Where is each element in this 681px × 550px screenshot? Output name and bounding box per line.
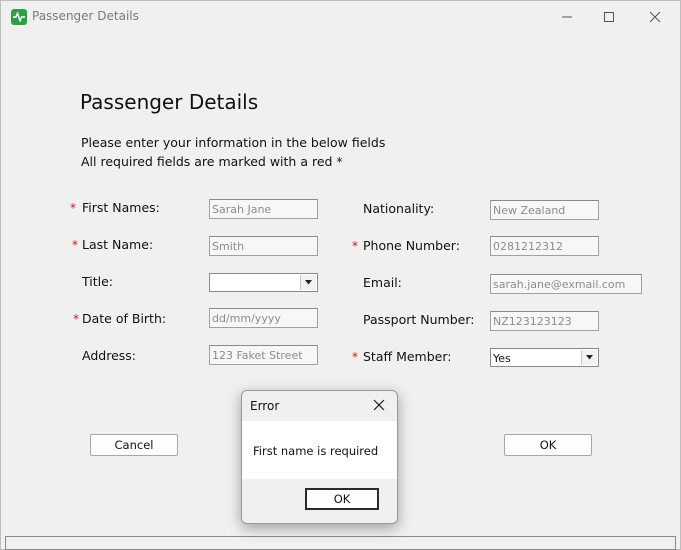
address-label: Address: bbox=[82, 348, 136, 363]
email-input[interactable]: sarah.jane@exmail.com bbox=[490, 274, 642, 294]
required-marker: * bbox=[73, 312, 79, 326]
ok-button[interactable]: OK bbox=[504, 434, 592, 456]
required-marker: * bbox=[72, 238, 78, 252]
staff-member-select[interactable]: Yes bbox=[490, 348, 599, 367]
instruction-line-1: Please enter your information in the bel… bbox=[81, 135, 386, 150]
dialog-ok-button[interactable]: OK bbox=[305, 488, 379, 510]
chevron-down-icon[interactable] bbox=[300, 275, 316, 290]
last-name-input[interactable]: Smith bbox=[209, 236, 318, 256]
dob-label: Date of Birth: bbox=[82, 311, 167, 326]
instruction-line-2: All required fields are marked with a re… bbox=[81, 154, 343, 169]
window-title: Passenger Details bbox=[32, 9, 139, 23]
app-icon bbox=[11, 9, 27, 25]
chevron-down-icon[interactable] bbox=[581, 350, 597, 365]
dialog-title: Error bbox=[250, 399, 280, 413]
dialog-message: First name is required bbox=[253, 444, 379, 458]
required-marker: * bbox=[352, 350, 358, 364]
first-names-label: First Names: bbox=[82, 200, 160, 215]
close-icon[interactable] bbox=[371, 397, 387, 413]
title-select[interactable] bbox=[209, 273, 318, 292]
maximize-icon[interactable] bbox=[595, 7, 623, 27]
minimize-icon[interactable] bbox=[553, 7, 581, 27]
nationality-label: Nationality: bbox=[363, 201, 435, 216]
email-label: Email: bbox=[363, 275, 402, 290]
passport-input[interactable]: NZ123123123 bbox=[490, 311, 599, 331]
staff-member-label: Staff Member: bbox=[363, 349, 452, 364]
title-bar[interactable]: Passenger Details bbox=[1, 1, 680, 33]
last-name-label: Last Name: bbox=[82, 237, 154, 252]
nationality-input[interactable]: New Zealand bbox=[490, 200, 599, 220]
page-title: Passenger Details bbox=[80, 90, 259, 114]
staff-member-value: Yes bbox=[493, 352, 511, 365]
address-input[interactable]: 123 Faket Street bbox=[209, 345, 318, 365]
error-dialog: Error First name is required OK bbox=[241, 390, 398, 524]
passport-label: Passport Number: bbox=[363, 312, 475, 327]
status-bar bbox=[5, 536, 676, 550]
dialog-body: First name is required bbox=[242, 421, 397, 479]
phone-input[interactable]: 0281212312 bbox=[490, 236, 599, 256]
required-marker: * bbox=[70, 201, 76, 215]
required-marker: * bbox=[352, 239, 358, 253]
cancel-button[interactable]: Cancel bbox=[90, 434, 178, 456]
close-icon[interactable] bbox=[641, 7, 669, 27]
phone-label: Phone Number: bbox=[363, 238, 460, 253]
first-names-input[interactable]: Sarah Jane bbox=[209, 199, 318, 219]
title-label: Title: bbox=[82, 274, 113, 289]
dob-input[interactable]: dd/mm/yyyy bbox=[209, 308, 318, 328]
